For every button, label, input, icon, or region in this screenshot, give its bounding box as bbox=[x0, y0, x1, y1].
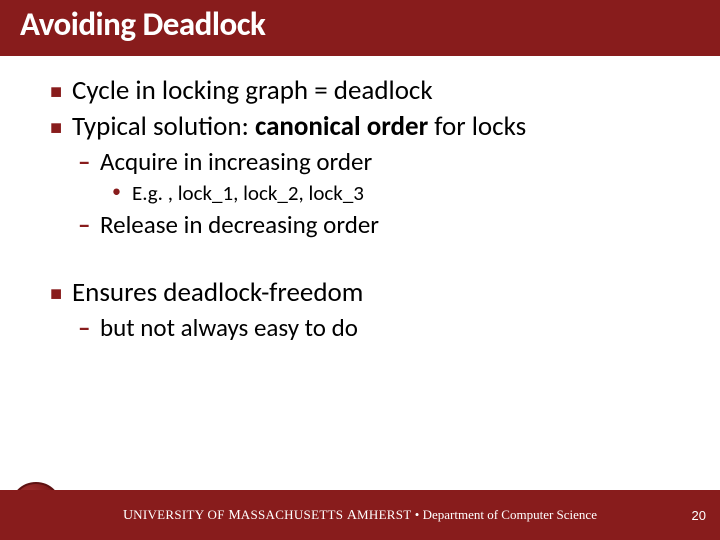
text-run: M bbox=[228, 508, 240, 523]
bullet-level2: – Release in decreasing order bbox=[78, 209, 690, 242]
bullet-level1: ■ Typical solution: canonical order for … bbox=[50, 110, 690, 144]
bullet-level2: – Acquire in increasing order bbox=[78, 146, 690, 179]
text-run: A bbox=[347, 508, 357, 523]
text-run: • bbox=[412, 507, 423, 522]
text-run: Department of Computer Science bbox=[423, 507, 597, 522]
bullet-level1: ■ Cycle in locking graph = deadlock bbox=[50, 74, 690, 108]
page-number: 20 bbox=[692, 508, 706, 523]
dash-bullet-icon: – bbox=[78, 146, 100, 179]
bullet-level2: – but not always easy to do bbox=[78, 312, 690, 345]
bullet-text: Acquire in increasing order bbox=[100, 146, 372, 179]
bullet-level1: ■ Ensures deadlock-freedom bbox=[50, 276, 690, 310]
slide-body: ■ Cycle in locking graph = deadlock ■ Ty… bbox=[0, 56, 720, 344]
text-run: ASSACHUSETTS bbox=[241, 507, 347, 522]
slide-title: Avoiding Deadlock bbox=[20, 4, 265, 44]
dash-bullet-icon: – bbox=[78, 209, 100, 242]
text-run: U bbox=[123, 508, 133, 523]
text-run: Typical solution: bbox=[72, 110, 255, 143]
bullet-text: E.g. , lock_1, lock_2, lock_3 bbox=[132, 180, 364, 207]
text-run: NIVERSITY OF bbox=[133, 507, 228, 522]
slide: Avoiding Deadlock ■ Cycle in locking gra… bbox=[0, 0, 720, 540]
title-bar: Avoiding Deadlock bbox=[0, 0, 720, 56]
square-bullet-icon: ■ bbox=[50, 276, 72, 307]
bullet-text: Ensures deadlock-freedom bbox=[72, 276, 363, 310]
square-bullet-icon: ■ bbox=[50, 74, 72, 105]
bullet-text: Typical solution: canonical order for lo… bbox=[72, 110, 526, 144]
bullet-text: Cycle in locking graph = deadlock bbox=[72, 74, 433, 108]
text-run: for locks bbox=[428, 110, 526, 143]
bullet-level3: • E.g. , lock_1, lock_2, lock_3 bbox=[112, 180, 690, 207]
text-run: MHERST bbox=[357, 507, 412, 522]
square-bullet-icon: ■ bbox=[50, 110, 72, 141]
dash-bullet-icon: – bbox=[78, 312, 100, 345]
footer-bar: UNIVERSITY OF MASSACHUSETTS AMHERST • De… bbox=[0, 490, 720, 540]
text-bold: canonical order bbox=[255, 110, 428, 143]
bullet-text: Release in decreasing order bbox=[100, 209, 379, 242]
footer-text: UNIVERSITY OF MASSACHUSETTS AMHERST • De… bbox=[123, 507, 597, 524]
dot-bullet-icon: • bbox=[112, 180, 132, 203]
spacer bbox=[50, 242, 690, 276]
bullet-text: but not always easy to do bbox=[100, 312, 358, 345]
